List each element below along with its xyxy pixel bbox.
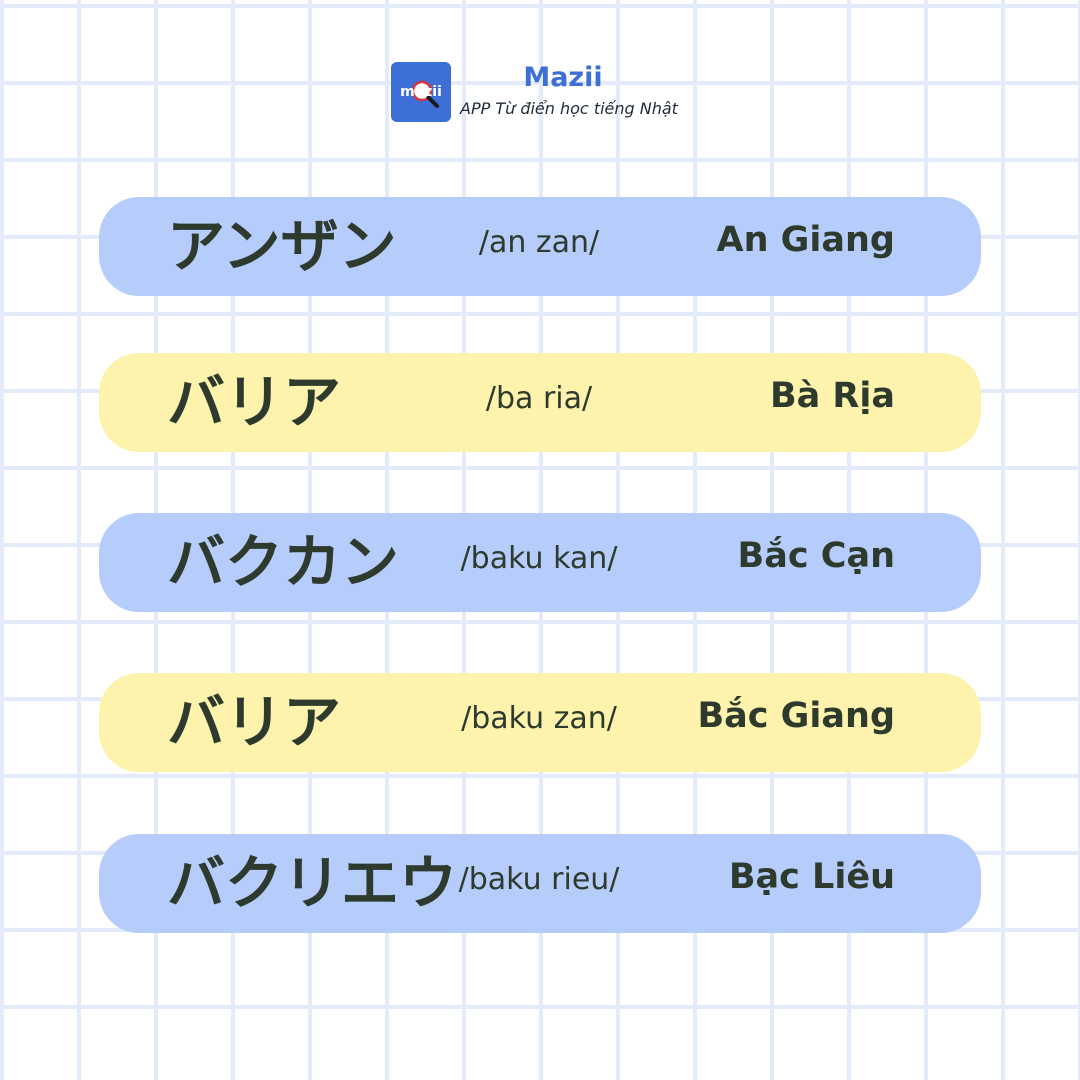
romaji-reading: /an zan/ xyxy=(478,225,600,260)
app-logo: mazii xyxy=(391,62,451,122)
vietnamese-place-name: Bắc Giang xyxy=(697,696,895,736)
katakana-word: バリア xyxy=(167,368,342,436)
romaji-reading: /baku zan/ xyxy=(461,701,617,736)
romaji-reading: /ba ria/ xyxy=(485,381,593,416)
romaji-reading: /baku kan/ xyxy=(460,541,618,576)
vocab-card-bac-giang: バリア /baku zan/ Bắc Giang xyxy=(99,673,981,772)
katakana-word: バリア xyxy=(167,688,342,756)
vocab-card-ba-ria: バリア /ba ria/ Bà Rịa xyxy=(99,353,981,452)
vocab-card-an-giang: アンザン /an zan/ An Giang xyxy=(99,197,981,296)
logo-wordmark: mazii xyxy=(400,84,442,100)
vietnamese-place-name: Bạc Liêu xyxy=(728,857,895,897)
brand-name: Mazii xyxy=(523,62,603,93)
vietnamese-place-name: An Giang xyxy=(716,220,895,260)
vietnamese-place-name: Bắc Cạn xyxy=(737,536,895,576)
katakana-word: アンザン xyxy=(167,212,397,280)
katakana-word: バクリエウ xyxy=(167,849,458,917)
brand-tagline: APP Từ điển học tiếng Nhật xyxy=(460,99,678,118)
vocab-card-bac-can: バクカン /baku kan/ Bắc Cạn xyxy=(99,513,981,612)
katakana-word: バクカン xyxy=(167,528,400,596)
vietnamese-place-name: Bà Rịa xyxy=(769,376,895,416)
vocab-card-bac-lieu: バクリエウ /baku rieu/ Bạc Liêu xyxy=(99,834,981,933)
romaji-reading: /baku rieu/ xyxy=(458,862,620,897)
